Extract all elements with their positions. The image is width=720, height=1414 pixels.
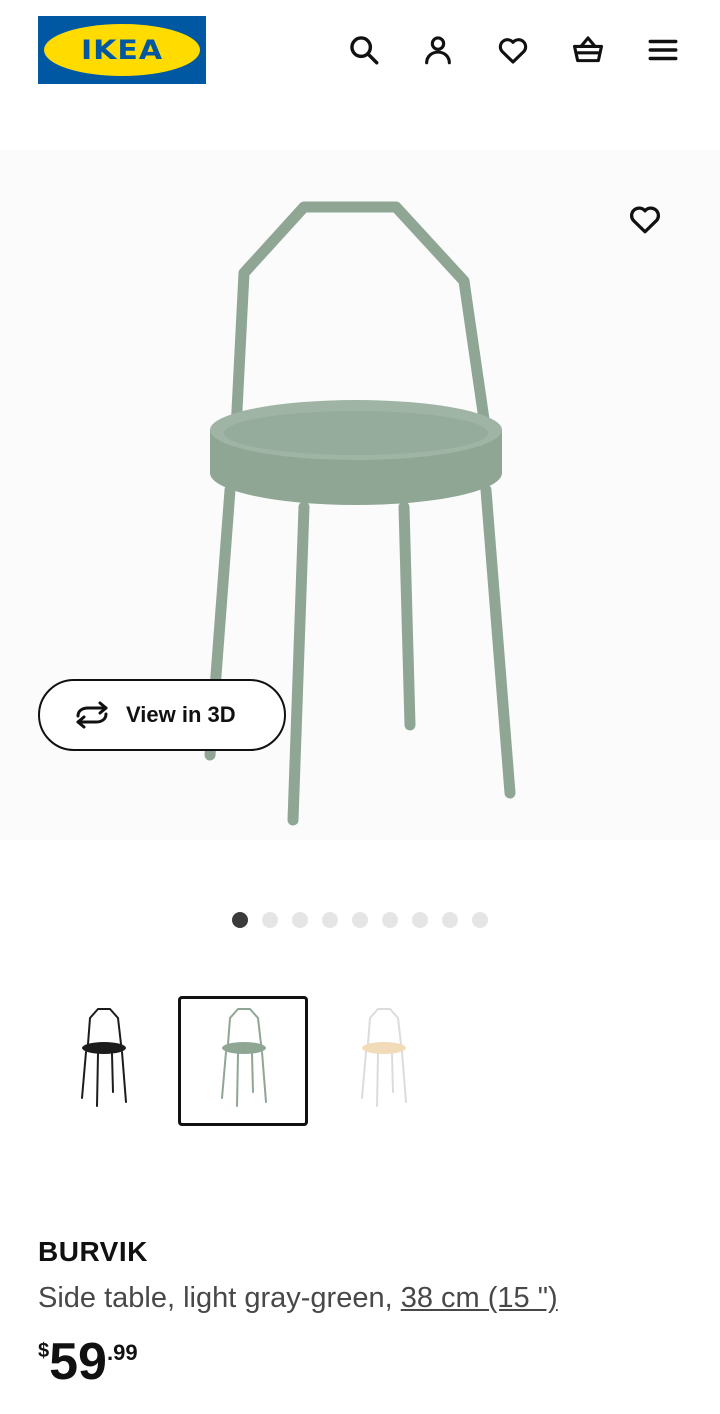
menu-icon[interactable] [643, 30, 683, 70]
add-to-wishlist-icon[interactable] [622, 196, 668, 242]
variant-thumb-white-birch[interactable] [318, 996, 448, 1126]
variant-thumb-black[interactable] [38, 996, 168, 1126]
wishlist-icon[interactable] [493, 30, 533, 70]
gallery-dot[interactable] [382, 912, 398, 928]
gallery-pagination [232, 912, 488, 928]
variant-selector [38, 996, 448, 1126]
search-icon[interactable] [344, 30, 384, 70]
product-description: Side table, light gray-green, 38 cm (15 … [38, 1282, 558, 1315]
gallery-dot[interactable] [352, 912, 368, 928]
header: IKEA [0, 0, 720, 104]
gallery-dot[interactable] [442, 912, 458, 928]
ikea-logo[interactable]: IKEA [38, 16, 206, 84]
price-currency: $ [38, 1340, 50, 1362]
gallery-dot[interactable] [412, 912, 428, 928]
basket-icon[interactable] [568, 30, 608, 70]
variant-image-black [81, 1008, 127, 1107]
logo-text: IKEA [80, 34, 164, 66]
gallery-dot[interactable] [322, 912, 338, 928]
logo-oval: IKEA [44, 24, 200, 76]
price-integer: 59 [49, 1333, 107, 1391]
product-size-link[interactable]: 38 cm (15 ") [401, 1282, 558, 1314]
rotate-3d-icon [76, 701, 108, 729]
price-decimal: .99 [106, 1340, 138, 1365]
product-name: BURVIK [38, 1236, 148, 1267]
variant-thumb-light-gray-green[interactable] [178, 996, 308, 1126]
gallery-dot[interactable] [262, 912, 278, 928]
product-description-text: Side table, light gray-green, [38, 1282, 401, 1314]
variant-image-white-birch [361, 1008, 407, 1107]
gallery-dot[interactable] [232, 912, 248, 928]
gallery-dot[interactable] [472, 912, 488, 928]
account-icon[interactable] [418, 30, 458, 70]
gallery-dot[interactable] [292, 912, 308, 928]
variant-image-light-gray-green [221, 1008, 267, 1107]
view-in-3d-button[interactable]: View in 3D [38, 679, 286, 751]
view-in-3d-label: View in 3D [126, 702, 236, 727]
product-price: $ 59 .99 [38, 1334, 138, 1390]
